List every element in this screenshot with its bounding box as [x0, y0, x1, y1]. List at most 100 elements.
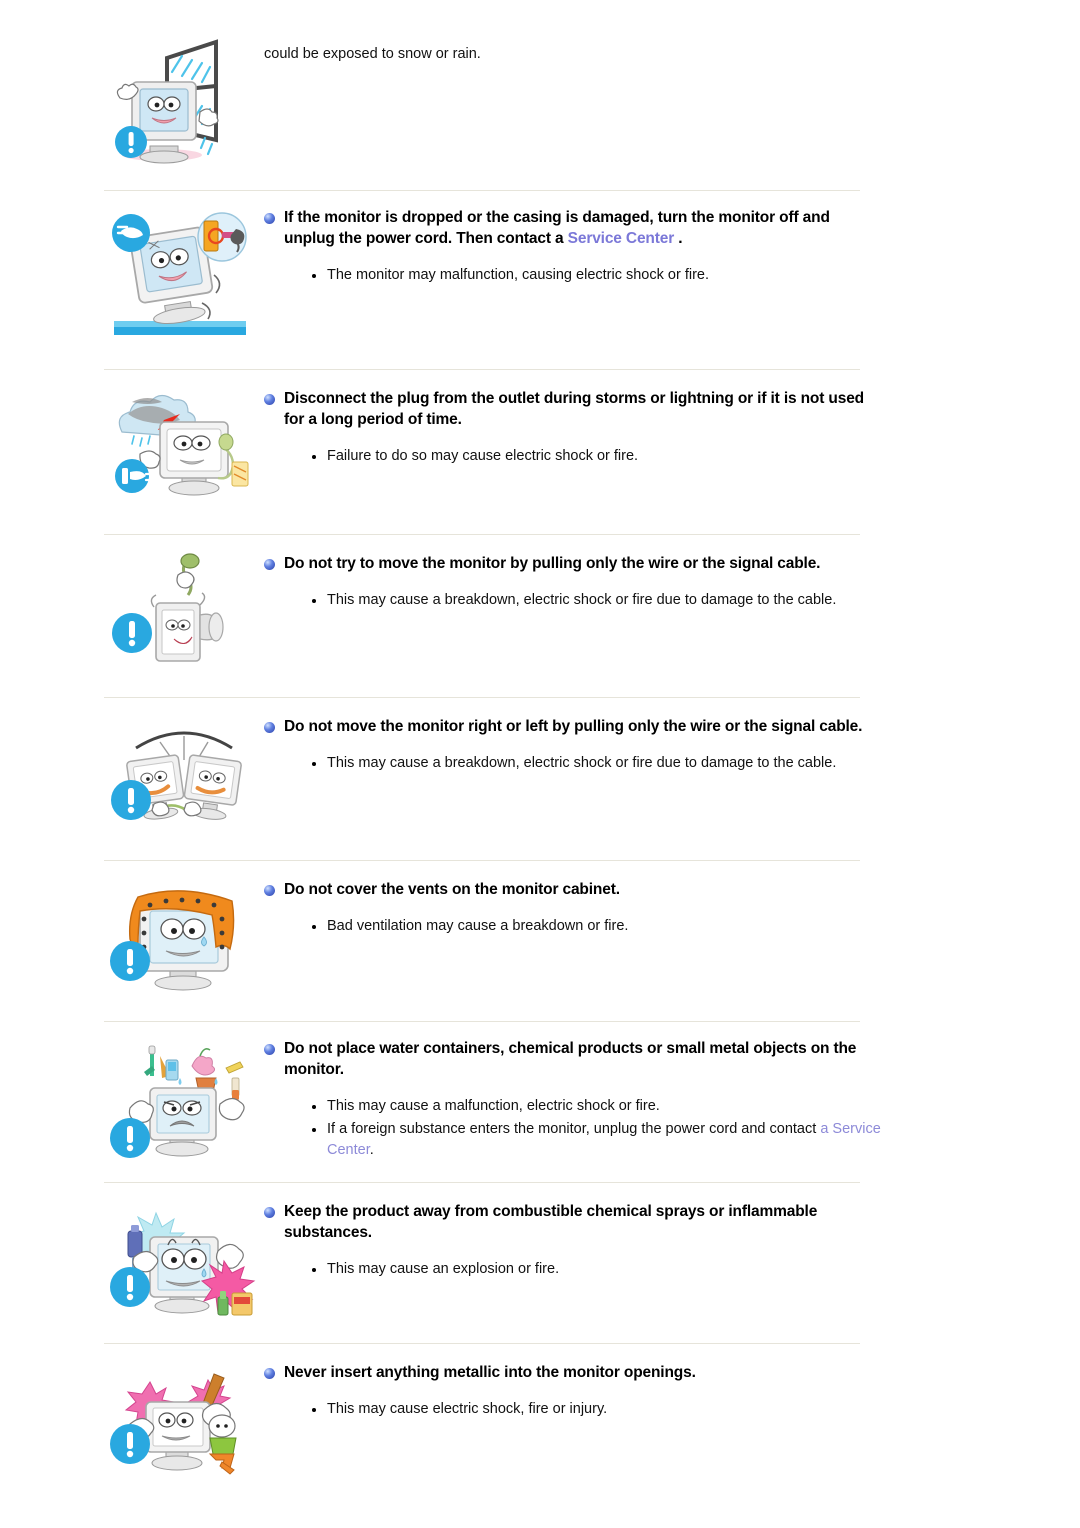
heading-text: Do not move the monitor right or left by…	[284, 718, 863, 735]
section-snow-rain: could be exposed to snow or rain.	[0, 0, 1080, 190]
bullet-list: This may cause an explosion or fire.	[264, 1259, 1080, 1280]
illustration-monitor-metal-insert	[104, 1358, 264, 1484]
list-item-text: Failure to do so may cause electric shoc…	[327, 448, 639, 464]
list-item-text: This may cause an explosion or fire.	[327, 1261, 560, 1277]
section-water-containers: Do not place water containers, chemical …	[0, 1022, 1080, 1182]
bullet-list: Bad ventilation may cause a breakdown or…	[264, 916, 1080, 937]
heading-text: If the monitor is dropped or the casing …	[284, 207, 884, 249]
illustration-monitor-covered-cloth	[104, 875, 264, 1005]
monitor-pull-cable-up-svg	[112, 553, 224, 662]
heading-segment-tail: .	[674, 230, 683, 247]
small-dot-bullet-icon	[312, 1408, 316, 1412]
blue-sphere-bullet-icon	[264, 722, 275, 733]
blue-sphere-bullet-icon	[264, 213, 275, 224]
dropped-monitor-text-cell: If the monitor is dropped or the casing …	[264, 203, 1080, 288]
small-dot-bullet-icon	[312, 925, 316, 929]
blue-sphere-bullet-icon	[264, 394, 275, 405]
small-dot-bullet-icon	[312, 274, 316, 278]
list-item-text: This may cause electric shock, fire or i…	[327, 1401, 608, 1417]
list-item: Failure to do so may cause electric shoc…	[312, 446, 892, 467]
section-dropped-monitor: If the monitor is dropped or the casing …	[0, 191, 1080, 369]
list-item-text: This may cause a breakdown, electric sho…	[327, 755, 837, 771]
section-metallic-openings: Never insert anything metallic into the …	[0, 1344, 1080, 1498]
bullet-list: This may cause a malfunction, electric s…	[264, 1096, 1080, 1161]
heading-pull-wire-move: Do not try to move the monitor by pullin…	[264, 553, 1080, 574]
blue-sphere-bullet-icon	[264, 1368, 275, 1379]
list-item-text: This may cause a breakdown, electric sho…	[327, 592, 837, 608]
blue-sphere-bullet-icon	[264, 1207, 275, 1218]
list-item-text: This may cause a malfunction, electric s…	[327, 1098, 660, 1114]
list-item: Bad ventilation may cause a breakdown or…	[312, 916, 892, 937]
metallic-openings-text-cell: Never insert anything metallic into the …	[264, 1358, 1080, 1422]
list-item-text: Bad ventilation may cause a breakdown or…	[327, 918, 629, 934]
heading-pull-wire-sideways: Do not move the monitor right or left by…	[264, 716, 1080, 737]
pull-wire-text-cell: Do not try to move the monitor by pullin…	[264, 549, 1080, 613]
small-dot-bullet-icon	[312, 762, 316, 766]
monitor-covered-svg	[110, 890, 235, 991]
pull-wire-side-text-cell: Do not move the monitor right or left by…	[264, 712, 1080, 776]
monitor-dropped-svg	[112, 212, 247, 335]
heading-storms-lightning: Disconnect the plug from the outlet duri…	[264, 388, 1080, 430]
list-item: If a foreign substance enters the monito…	[312, 1119, 892, 1161]
water-containers-text-cell: Do not place water containers, chemical …	[264, 1034, 1080, 1163]
snow-rain-text-cell: could be exposed to snow or rain.	[264, 20, 1080, 65]
heading-text: Do not try to move the monitor by pullin…	[284, 555, 821, 572]
monitor-objects-svg	[110, 1045, 245, 1158]
illustration-monitor-rain-window	[104, 20, 264, 180]
heading-text: Keep the product away from combustible c…	[284, 1203, 818, 1241]
blue-sphere-bullet-icon	[264, 1044, 275, 1055]
small-dot-bullet-icon	[312, 1128, 316, 1132]
small-dot-bullet-icon	[312, 1268, 316, 1272]
list-item-segment-tail: .	[369, 1142, 374, 1158]
small-dot-bullet-icon	[312, 1105, 316, 1109]
monitor-metal-insert-svg	[110, 1373, 237, 1475]
list-item: The monitor may malfunction, causing ele…	[312, 265, 892, 286]
section-cover-vents: Do not cover the vents on the monitor ca…	[0, 861, 1080, 1021]
heading-text: Do not place water containers, chemical …	[284, 1040, 857, 1078]
blue-sphere-bullet-icon	[264, 559, 275, 570]
blue-sphere-bullet-icon	[264, 885, 275, 896]
manual-page: could be exposed to snow or rain. If the…	[0, 0, 1080, 1528]
storms-text-cell: Disconnect the plug from the outlet duri…	[264, 384, 1080, 469]
list-item-segment: If a foreign substance enters the monito…	[327, 1121, 821, 1137]
bullet-list: This may cause a breakdown, electric sho…	[264, 753, 1080, 774]
heading-metallic-openings: Never insert anything metallic into the …	[264, 1362, 1080, 1383]
section-pull-wire-move: Do not try to move the monitor by pullin…	[0, 535, 1080, 697]
list-item: This may cause a breakdown, electric sho…	[312, 753, 892, 774]
list-item-text: If a foreign substance enters the monito…	[327, 1119, 892, 1161]
section-pull-wire-sideways: Do not move the monitor right or left by…	[0, 698, 1080, 860]
cover-vents-text-cell: Do not cover the vents on the monitor ca…	[264, 875, 1080, 939]
small-dot-bullet-icon	[312, 599, 316, 603]
combustible-sprays-text-cell: Keep the product away from combustible c…	[264, 1197, 1080, 1282]
bullet-list: This may cause electric shock, fire or i…	[264, 1399, 1080, 1420]
heading-water-containers: Do not place water containers, chemical …	[264, 1038, 1080, 1080]
heading-text: Never insert anything metallic into the …	[284, 1364, 696, 1381]
list-item: This may cause a malfunction, electric s…	[312, 1096, 892, 1117]
heading-cover-vents: Do not cover the vents on the monitor ca…	[264, 879, 1080, 900]
bullet-list: This may cause a breakdown, electric sho…	[264, 590, 1080, 611]
monitor-storm-svg	[115, 394, 249, 496]
list-item: This may cause electric shock, fire or i…	[312, 1399, 892, 1420]
list-item-text: The monitor may malfunction, causing ele…	[327, 267, 709, 283]
monitor-pull-cable-side-svg	[111, 731, 242, 820]
illustration-monitor-storm-unplug	[104, 384, 264, 516]
illustration-monitor-pull-cable-side	[104, 712, 264, 844]
section-storms-lightning: Disconnect the plug from the outlet duri…	[0, 370, 1080, 534]
heading-dropped-monitor: If the monitor is dropped or the casing …	[264, 207, 1080, 249]
heading-combustible-sprays: Keep the product away from combustible c…	[264, 1201, 1080, 1243]
list-item: This may cause a breakdown, electric sho…	[312, 590, 892, 611]
section-combustible-sprays: Keep the product away from combustible c…	[0, 1183, 1080, 1343]
illustration-monitor-spray-explosion	[104, 1197, 264, 1327]
list-item: This may cause an explosion or fire.	[312, 1259, 892, 1280]
bullet-list: Failure to do so may cause electric shoc…	[264, 446, 1080, 467]
monitor-rain-window-svg	[115, 39, 219, 164]
service-center-link[interactable]: Service Center	[568, 230, 675, 247]
small-dot-bullet-icon	[312, 455, 316, 459]
heading-text: Disconnect the plug from the outlet duri…	[284, 390, 864, 428]
continued-paragraph: could be exposed to snow or rain.	[264, 46, 481, 62]
illustration-monitor-pull-cable-up	[104, 549, 264, 681]
illustration-monitor-objects-on-top	[104, 1034, 264, 1168]
monitor-spray-svg	[110, 1211, 256, 1316]
heading-segment: If the monitor is dropped or the casing …	[284, 209, 830, 247]
illustration-monitor-dropped-cracked	[104, 203, 264, 353]
